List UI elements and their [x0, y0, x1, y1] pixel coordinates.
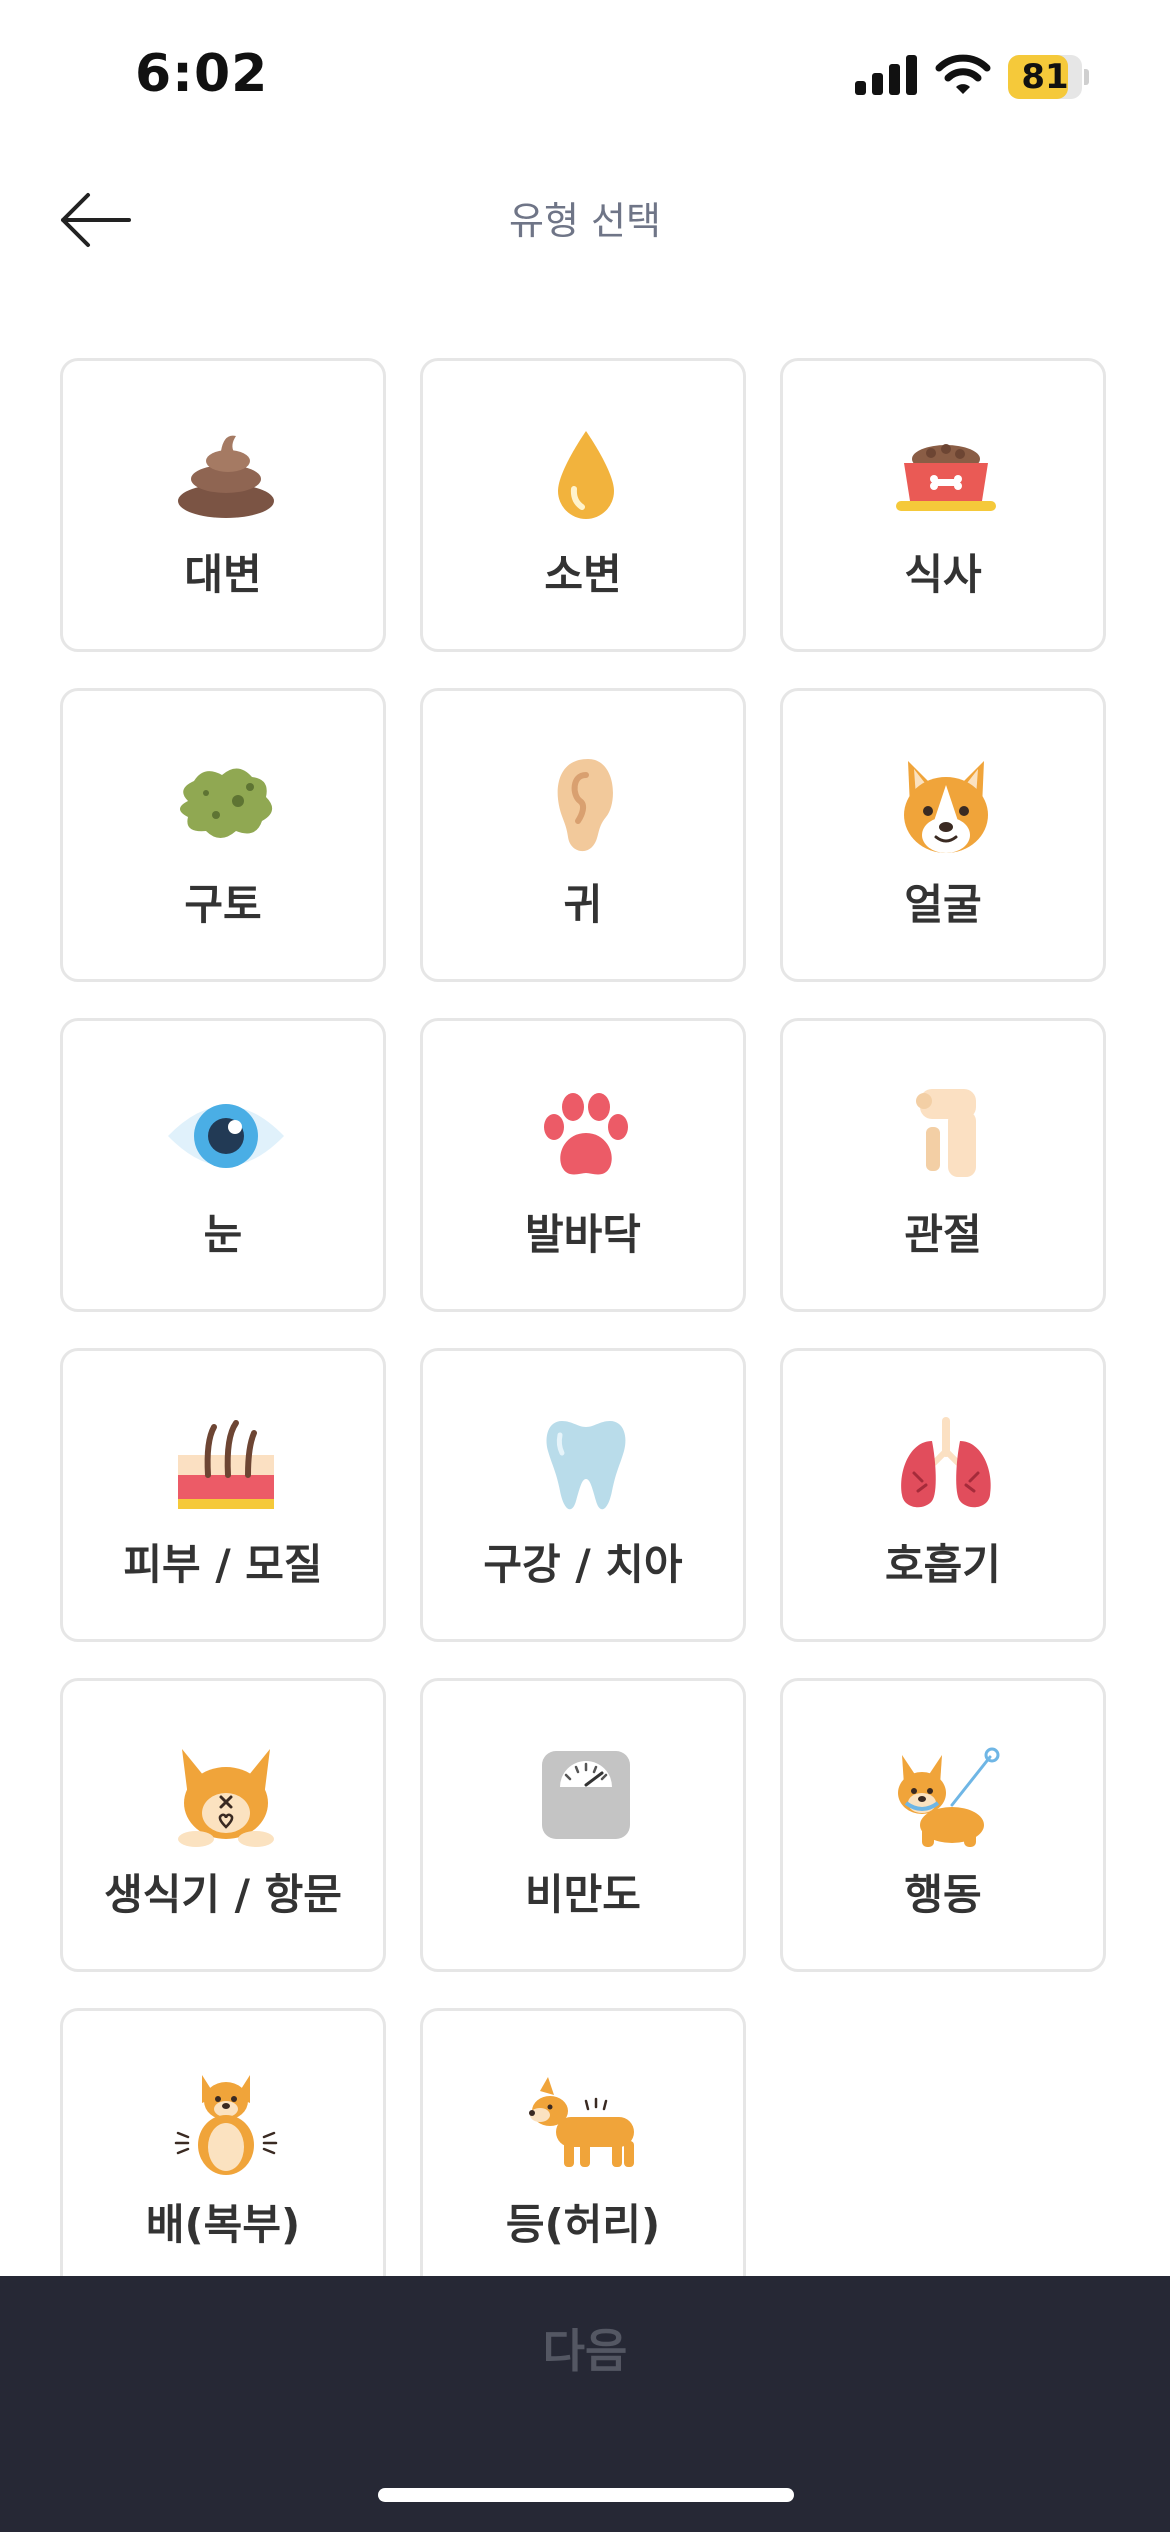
type-label: 생식기 / 항문 [104, 1870, 342, 1919]
tooth-icon [526, 1411, 646, 1521]
type-card-belly[interactable]: 배(복부) [60, 2008, 386, 2302]
type-label: 관절 [904, 1210, 982, 1259]
type-label: 비만도 [525, 1870, 641, 1919]
status-bar: 6:02 81 [0, 0, 1170, 150]
type-card-meal[interactable]: 식사 [780, 358, 1106, 652]
type-card-vomit[interactable]: 구토 [60, 688, 386, 982]
type-label: 식사 [904, 550, 982, 599]
type-label: 구토 [184, 880, 262, 929]
type-label: 행동 [904, 1870, 982, 1919]
type-label: 발바닥 [525, 1210, 641, 1259]
type-label: 귀 [563, 880, 603, 929]
type-card-oral[interactable]: 구강 / 치아 [420, 1348, 746, 1642]
dog-back-icon [526, 2071, 646, 2181]
dog-face-icon [886, 751, 1006, 861]
type-card-face[interactable]: 얼굴 [780, 688, 1106, 982]
battery-icon: 81 [1008, 55, 1090, 99]
type-card-behavior[interactable]: 행동 [780, 1678, 1106, 1972]
type-label: 구강 / 치아 [483, 1540, 683, 1589]
vomit-icon [166, 751, 286, 861]
dog-leash-icon [886, 1741, 1006, 1851]
type-label: 대변 [184, 550, 262, 599]
type-card-stool[interactable]: 대변 [60, 358, 386, 652]
type-card-ear[interactable]: 귀 [420, 688, 746, 982]
type-card-urine[interactable]: 소변 [420, 358, 746, 652]
type-card-genital[interactable]: 생식기 / 항문 [60, 1678, 386, 1972]
type-label: 피부 / 모질 [123, 1540, 323, 1589]
type-card-back[interactable]: 등(허리) [420, 2008, 746, 2302]
status-time: 6:02 [135, 44, 269, 104]
eye-icon [166, 1081, 286, 1191]
signal-icon [855, 55, 917, 95]
poop-icon [166, 421, 286, 531]
dog-rear-icon [166, 1741, 286, 1851]
wifi-icon [935, 54, 991, 94]
lungs-icon [886, 1411, 1006, 1521]
joint-icon [886, 1081, 1006, 1191]
type-label: 배(복부) [145, 2200, 301, 2249]
type-card-respiratory[interactable]: 호흡기 [780, 1348, 1106, 1642]
type-label: 등(허리) [505, 2200, 661, 2249]
type-card-obesity[interactable]: 비만도 [420, 1678, 746, 1972]
type-label: 호흡기 [885, 1540, 1001, 1589]
food-bowl-icon [886, 421, 1006, 531]
ear-icon [526, 751, 646, 861]
type-card-skin[interactable]: 피부 / 모질 [60, 1348, 386, 1642]
paw-icon [526, 1081, 646, 1191]
type-card-eye[interactable]: 눈 [60, 1018, 386, 1312]
type-label: 얼굴 [904, 880, 982, 929]
battery-percent: 81 [1021, 57, 1069, 97]
next-button[interactable]: 다음 [0, 2276, 1170, 2426]
scale-icon [526, 1741, 646, 1851]
type-label: 소변 [544, 550, 622, 599]
urine-drop-icon [526, 421, 646, 531]
type-card-joint[interactable]: 관절 [780, 1018, 1106, 1312]
home-indicator [378, 2488, 794, 2502]
skin-hair-icon [166, 1411, 286, 1521]
page-title: 유형 선택 [509, 199, 661, 243]
dog-belly-icon [166, 2071, 286, 2181]
type-card-paw[interactable]: 발바닥 [420, 1018, 746, 1312]
type-label: 눈 [203, 1210, 243, 1259]
